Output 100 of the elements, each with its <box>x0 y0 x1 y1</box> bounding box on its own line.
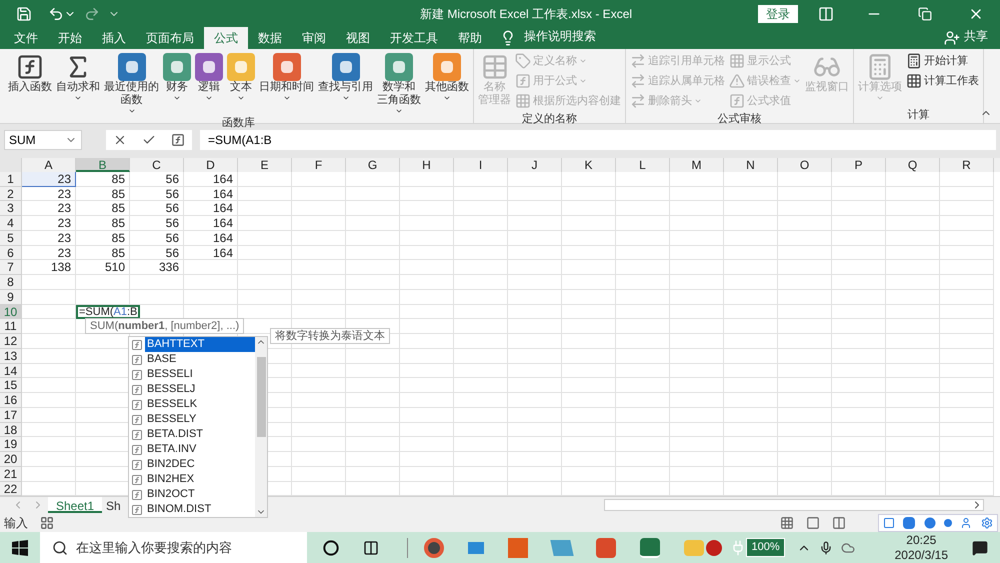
column-header[interactable]: B <box>76 158 130 172</box>
row-header[interactable]: 7 <box>0 260 22 276</box>
microphone-icon[interactable] <box>818 540 833 554</box>
autocomplete-item[interactable]: BINOM.DIST <box>129 502 255 517</box>
row-header[interactable]: 1 <box>0 172 22 187</box>
autocomplete-item[interactable]: BETA.DIST <box>129 427 255 442</box>
ribbon-button[interactable]: 最近使用的 函数 <box>102 49 161 116</box>
horizontal-scrollbar[interactable] <box>604 499 984 512</box>
login-button[interactable]: 登录 <box>758 4 798 23</box>
autocomplete-item[interactable]: BETA.INV <box>129 442 255 457</box>
cloud-icon[interactable] <box>840 540 855 554</box>
row-header[interactable]: 22 <box>0 482 22 496</box>
name-box[interactable]: SUM <box>4 130 82 150</box>
ime-user-icon[interactable] <box>960 517 972 529</box>
ribbon-tab[interactable]: 视图 <box>336 27 380 50</box>
ime-mode-icon[interactable] <box>883 517 896 529</box>
row-header[interactable]: 15 <box>0 378 22 394</box>
macro-record-icon[interactable] <box>40 516 54 530</box>
row-header[interactable]: 8 <box>0 275 22 290</box>
excel-app-icon[interactable] <box>640 538 660 558</box>
ribbon-button[interactable]: 财务 <box>161 49 193 102</box>
row-header[interactable]: 21 <box>0 466 22 482</box>
row-header[interactable]: 6 <box>0 246 22 260</box>
autocomplete-item[interactable]: BIN2HEX <box>129 472 255 487</box>
ribbon-button[interactable]: 其他函数 <box>423 49 471 102</box>
row-header[interactable]: 20 <box>0 452 22 467</box>
sheet-tab[interactable]: Sheet1 <box>48 497 102 514</box>
row-header[interactable]: 2 <box>0 186 22 202</box>
ribbon-button[interactable]: 开始计算 <box>904 51 981 72</box>
ribbon-tab[interactable]: 公式 <box>204 27 248 50</box>
row-header[interactable]: 19 <box>0 437 22 452</box>
autocomplete-item[interactable]: BIN2DEC <box>129 457 255 472</box>
ribbon-tab[interactable]: 帮助 <box>448 27 492 50</box>
share-link[interactable]: 共享 <box>964 27 988 46</box>
windows-start-icon[interactable] <box>12 540 28 556</box>
ribbon-tab[interactable]: 页面布局 <box>136 27 204 50</box>
row-header[interactable]: 18 <box>0 422 22 438</box>
ime-settings-icon[interactable] <box>980 517 993 529</box>
ribbon-tab[interactable]: 文件 <box>4 27 48 50</box>
restore-icon[interactable] <box>918 6 932 21</box>
autocomplete-item[interactable]: BIN2OCT <box>129 487 255 502</box>
ribbon-button[interactable]: 逻辑 <box>193 49 225 102</box>
app-icon[interactable] <box>596 538 616 558</box>
ime-punctuation-icon[interactable] <box>944 519 952 527</box>
ribbon-tab[interactable]: 开始 <box>48 27 92 50</box>
autocomplete-item[interactable]: BESSELI <box>129 367 255 382</box>
normal-view-icon[interactable] <box>780 516 794 530</box>
row-header[interactable]: 12 <box>0 334 22 349</box>
tell-me-search[interactable]: 操作说明搜索 <box>524 27 596 46</box>
page-break-icon[interactable] <box>832 516 846 530</box>
sheet-tab[interactable]: Sh <box>102 497 121 514</box>
vertical-scrollbar[interactable] <box>255 337 267 517</box>
ribbon-button[interactable]: 文本 <box>225 49 257 102</box>
battery-indicator[interactable]: 100% <box>746 538 785 557</box>
save-icon[interactable] <box>16 6 32 22</box>
autocomplete-item[interactable]: BESSELJ <box>129 382 255 397</box>
share-icon[interactable] <box>944 30 960 46</box>
row-header[interactable]: 17 <box>0 408 22 423</box>
row-header[interactable]: 11 <box>0 319 22 334</box>
cortana-icon[interactable] <box>323 540 339 556</box>
undo-icon[interactable] <box>48 6 64 22</box>
ribbon-tab[interactable]: 数据 <box>248 27 292 50</box>
ribbon-button[interactable]: 计算工作表 <box>904 71 981 92</box>
app-icon[interactable] <box>508 538 528 558</box>
autocomplete-item[interactable]: BASE <box>129 352 255 367</box>
row-header[interactable]: 4 <box>0 216 22 231</box>
ribbon-button[interactable]: 数学和 三角函数 <box>375 49 423 116</box>
page-layout-icon[interactable] <box>806 516 820 530</box>
ribbon-button[interactable]: 自动求和 <box>54 49 102 102</box>
row-header[interactable]: 16 <box>0 393 22 408</box>
warning-icon <box>729 73 745 90</box>
clock-time[interactable]: 20:25 <box>906 532 936 548</box>
calculator-icon <box>906 53 922 70</box>
autocomplete-item[interactable]: BESSELY <box>129 412 255 427</box>
ribbon-button[interactable]: 插入函数 <box>6 49 54 94</box>
ribbon-button[interactable]: 日期和时间 <box>257 49 316 102</box>
row-header[interactable]: 13 <box>0 348 22 364</box>
ribbon-tab[interactable]: 开发工具 <box>380 27 448 50</box>
ime-font-icon[interactable] <box>903 517 916 529</box>
row-header[interactable]: 5 <box>0 230 22 246</box>
row-header[interactable]: 3 <box>0 201 22 216</box>
row-header[interactable]: 14 <box>0 364 22 378</box>
app-icon[interactable] <box>468 542 484 554</box>
autocomplete-item[interactable]: BESSELK <box>129 397 255 412</box>
row-header[interactable]: 9 <box>0 290 22 305</box>
taskbar-search-field[interactable]: 在这里输入你要搜索的内容 <box>40 532 307 563</box>
insert-function-icon[interactable] <box>170 133 185 148</box>
tray-app-icon[interactable] <box>706 540 722 556</box>
clock-date[interactable]: 2020/3/15 <box>894 548 948 562</box>
notification-icon[interactable] <box>972 540 988 556</box>
music-app-icon[interactable] <box>424 538 444 558</box>
ribbon-button[interactable]: 查找与引用 <box>316 49 375 102</box>
formula-input[interactable]: =SUM(A1:B <box>200 130 996 150</box>
box-icon <box>480 53 508 82</box>
ribbon-tab[interactable]: 审阅 <box>292 27 336 50</box>
ribbon-display-icon[interactable] <box>818 6 834 22</box>
row-header[interactable]: 10 <box>0 304 22 320</box>
ribbon-tab[interactable]: 插入 <box>92 27 136 50</box>
task-view-icon[interactable] <box>363 540 379 556</box>
ime-moon-icon[interactable] <box>924 517 936 529</box>
